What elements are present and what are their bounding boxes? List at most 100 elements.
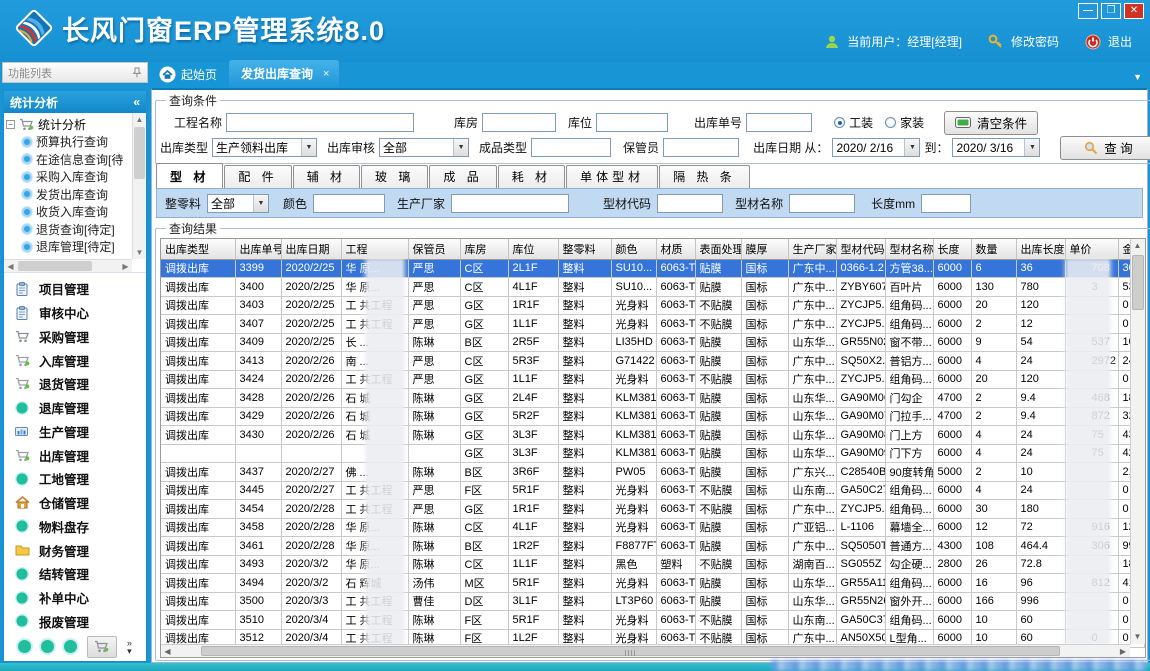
table-cell[interactable]: 464.4 [1016,537,1065,556]
table-cell[interactable]: 2020/2/28 [281,500,341,519]
table-row[interactable]: 调拨出库34242020/2/26工 共工程严思G区1L1F整料光身料6063-… [161,370,1144,389]
table-cell[interactable]: KLM3817 [611,389,656,408]
table-cell[interactable]: 780 [1016,278,1065,297]
table-cell[interactable]: 3L3F [508,426,558,445]
table-cell[interactable]: 不贴膜 [695,481,741,500]
table-row[interactable]: 调拨出库34542020/2/28工 共工程严思G区1R1F整料光身料6063-… [161,500,1144,519]
table-cell[interactable]: 3428 [235,389,281,408]
table-cell[interactable]: 130 [971,278,1016,297]
table-cell[interactable]: 调拨出库 [161,574,235,593]
table-cell[interactable]: GR55N02 [836,333,885,352]
table-cell[interactable]: 贴膜 [695,426,741,445]
table-cell[interactable]: 国标 [741,481,788,500]
material-tab[interactable]: 成 品 [429,165,496,188]
column-header[interactable]: 出库类型 [161,239,235,259]
table-cell[interactable]: 普铝方... [885,352,933,371]
table-cell[interactable]: 20 [971,296,1016,315]
table-cell[interactable]: 山东华... [788,407,836,426]
table-cell[interactable]: D区 [460,592,508,611]
table-cell[interactable]: 6000 [933,592,971,611]
table-cell[interactable]: 调拨出库 [161,518,235,537]
table-cell[interactable]: 调拨出库 [161,389,235,408]
table-cell[interactable]: 光身料 [611,481,656,500]
project-name-input[interactable] [226,113,414,132]
column-header[interactable]: 膜厚 [741,239,788,259]
tab-close-icon[interactable]: × [323,68,329,80]
table-cell[interactable]: 9 [971,333,1016,352]
table-cell[interactable] [161,444,235,463]
table-cell[interactable]: 门勾企 [885,389,933,408]
table-cell[interactable]: 2020/2/26 [281,389,341,408]
table-cell[interactable]: SG055Z [836,555,885,574]
table-cell[interactable]: 不贴膜 [695,315,741,334]
scroll-down-icon[interactable]: ▼ [133,246,146,259]
table-cell[interactable]: 3437 [235,463,281,482]
table-cell[interactable]: 国标 [741,518,788,537]
table-cell[interactable]: 6063-T5 [656,259,695,278]
table-cell[interactable]: 组角码... [885,370,933,389]
table-cell[interactable]: 幕墙全... [885,518,933,537]
table-cell[interactable]: 12 [1016,315,1065,334]
column-header[interactable]: 出库单号 [235,239,281,259]
date-from-select[interactable]: 2020/ 2/16▼ [832,138,920,157]
table-cell[interactable]: ZYCJP5... [836,296,885,315]
table-cell[interactable]: 严思 [408,259,460,278]
sidebar-item[interactable]: 财务管理 [14,540,146,560]
table-cell[interactable]: 陈琳 [408,555,460,574]
table-cell[interactable]: 2020/2/25 [281,259,341,278]
length-input[interactable] [921,194,971,213]
table-cell[interactable]: 贴膜 [695,389,741,408]
table-cell[interactable]: 3400 [235,278,281,297]
table-cell[interactable]: 9.4 [1016,389,1065,408]
teal-circle-icon[interactable] [18,640,31,653]
table-cell[interactable]: LI35HD [611,333,656,352]
table-cell[interactable]: 整料 [558,481,611,500]
table-cell[interactable]: 贴膜 [695,278,741,297]
table-cell[interactable]: 调拨出库 [161,352,235,371]
table-row[interactable]: 调拨出库34612020/2/28华 原...陈琳B区1R2F整料F8877FT… [161,537,1144,556]
table-cell[interactable]: 2800 [933,555,971,574]
table-cell[interactable]: 4L1F [508,518,558,537]
sidebar-item[interactable]: 结转管理 [14,564,146,584]
column-header[interactable]: 型材名称 [885,239,933,259]
column-header[interactable]: 数量 [971,239,1016,259]
profile-name-input[interactable] [789,194,855,213]
table-cell[interactable]: 整料 [558,444,611,463]
table-cell[interactable]: 山东华... [788,444,836,463]
table-cell[interactable]: 6000 [933,333,971,352]
column-header[interactable]: 单价 [1065,239,1118,259]
table-cell[interactable]: 塑料 [656,555,695,574]
table-cell[interactable]: 3399 [235,259,281,278]
table-cell[interactable]: 2L1F [508,259,558,278]
table-cell[interactable]: 严思 [408,315,460,334]
material-tab[interactable]: 耗 材 [498,165,565,188]
table-cell[interactable]: 6063-T5 [656,611,695,630]
table-row[interactable]: 调拨出库34582020/2/28华 原...陈琳C区4L1F整料光身料6063… [161,518,1144,537]
table-cell[interactable]: 调拨出库 [161,500,235,519]
table-cell[interactable]: 国标 [741,389,788,408]
table-cell[interactable]: 广东兴... [788,463,836,482]
table-cell[interactable]: 不贴膜 [695,555,741,574]
table-cell[interactable]: 2 [971,315,1016,334]
logout-link[interactable]: 退出 [1108,33,1132,50]
table-cell[interactable]: 1L1F [508,555,558,574]
table-cell[interactable]: 山东华... [788,389,836,408]
table-cell[interactable]: 2020/3/2 [281,555,341,574]
table-cell[interactable]: 4 [971,481,1016,500]
table-cell[interactable]: 6063-T5 [656,333,695,352]
table-row[interactable]: 调拨出库34452020/2/27工 共工程严思F区5R1F整料光身料6063-… [161,481,1144,500]
table-cell[interactable]: 3R6F [508,463,558,482]
table-cell[interactable]: 5R1F [508,574,558,593]
table-cell[interactable]: 光身料 [611,296,656,315]
table-cell[interactable]: 国标 [741,592,788,611]
table-cell[interactable]: 120 [1016,370,1065,389]
table-cell[interactable]: ZYBY607 [836,278,885,297]
search-button[interactable]: 查 询 [1060,136,1150,160]
table-cell[interactable]: 陈琳 [408,389,460,408]
table-cell[interactable]: 贴膜 [695,592,741,611]
table-cell[interactable]: 9.4 [1016,407,1065,426]
table-cell[interactable]: 3430 [235,426,281,445]
table-cell[interactable]: G区 [460,426,508,445]
table-cell[interactable]: 贴膜 [695,352,741,371]
table-cell[interactable]: 贴膜 [695,518,741,537]
